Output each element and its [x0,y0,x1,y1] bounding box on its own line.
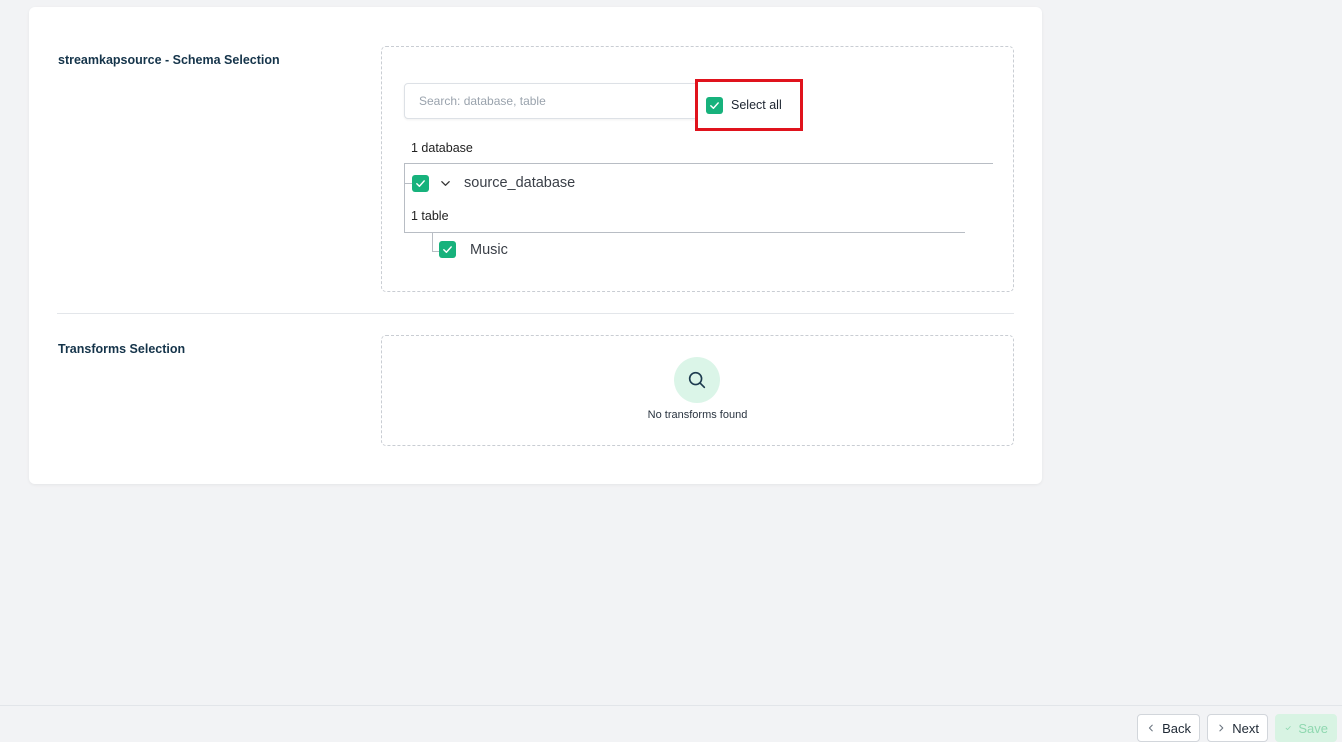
select-all-check-icon[interactable] [706,96,723,114]
database-name: source_database [464,175,576,191]
search-icon [674,357,720,403]
tree-line [404,163,993,164]
table-check-icon[interactable] [439,241,456,258]
empty-state-text: No transforms found [647,409,748,421]
next-label: Next [1232,720,1259,736]
check-icon [1285,726,1291,730]
transforms-box: No transforms found [381,335,1014,446]
schema-section-title: streamkapsource - Schema Selection [58,53,280,67]
tree-line [404,232,965,233]
save-button[interactable]: Save [1275,714,1337,742]
tree-line [432,232,433,251]
table-name: Music [470,241,508,258]
save-label: Save [1298,720,1328,736]
select-all-label: Select all [731,98,782,112]
back-button[interactable]: Back [1137,714,1200,742]
database-count: 1 database [411,141,473,155]
select-all-checkbox[interactable]: Select all [695,79,803,131]
tree-line [432,251,439,252]
chevron-down-icon[interactable] [438,176,452,190]
chevron-right-icon [1219,724,1224,732]
back-label: Back [1162,720,1191,736]
config-card: streamkapsource - Schema Selection Selec… [29,7,1042,484]
table-count: 1 table [411,209,449,223]
chevron-left-icon [1148,724,1153,732]
tree-line [404,163,405,233]
search-input[interactable] [404,83,704,119]
tree-line [404,183,412,184]
database-row: source_database [412,173,575,193]
schema-selection-box: Select all 1 database source_database 1 … [381,46,1014,292]
table-row: Music [439,241,508,258]
transforms-section-title: Transforms Selection [58,342,186,356]
database-check-icon[interactable] [412,174,429,192]
next-button[interactable]: Next [1207,714,1268,742]
section-divider [57,313,1014,314]
footer-bar: Back Next Save [0,705,1342,742]
